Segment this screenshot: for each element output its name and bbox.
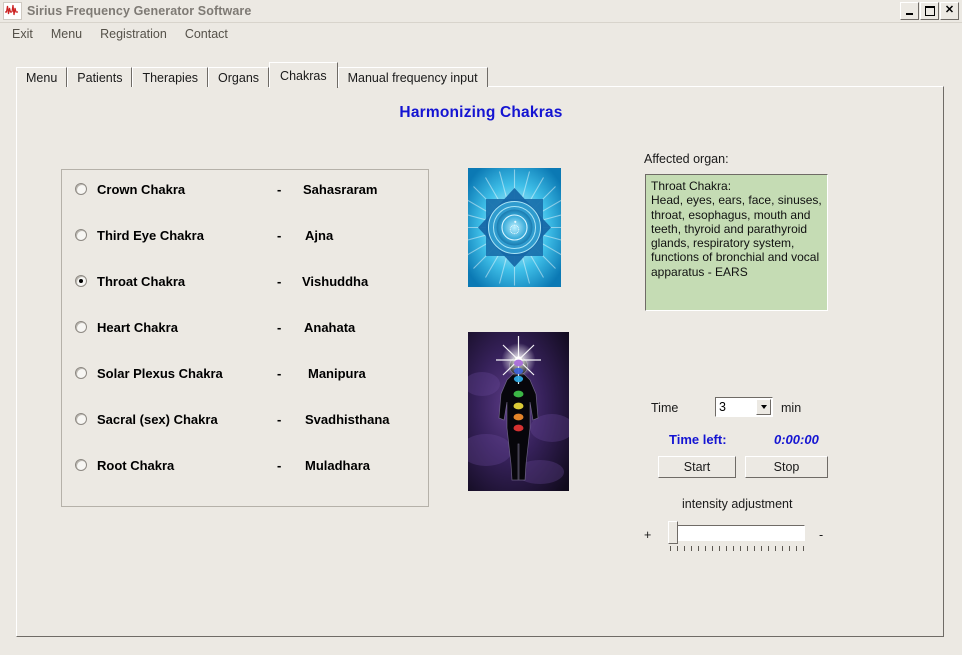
chakra-label-solar-plexus: Solar Plexus Chakra [97,365,223,381]
chakra-option-third-eye[interactable]: Third Eye Chakra - Ajna [62,224,430,246]
maximize-icon[interactable] [920,2,939,20]
chakra-option-throat[interactable]: Throat Chakra - Vishuddha [62,270,430,292]
page-title: Harmonizing Chakras [399,104,563,121]
intensity-slider-thumb[interactable] [668,521,678,544]
intensity-plus-label: + [644,528,652,542]
svg-text:ं: ं [509,218,520,240]
affected-organ-label: Affected organ: [644,152,729,166]
intensity-minus-label: - [819,528,824,542]
time-select[interactable]: 3 [715,397,773,417]
start-button[interactable]: Start [658,456,736,478]
chakra-option-heart[interactable]: Heart Chakra - Anahata [62,316,430,338]
chakra-option-root[interactable]: Root Chakra - Muladhara [62,454,430,476]
chakra-dash-heart: - [277,319,282,335]
window-title: Sirius Frequency Generator Software [27,4,252,18]
tab-bar: Menu Patients Therapies Organs Chakras M… [16,62,488,88]
tab-chakras[interactable]: Chakras [269,62,338,88]
stop-button[interactable]: Stop [745,456,828,478]
chakra-sanskrit-root: Muladhara [305,457,371,473]
radio-solar-plexus-chakra[interactable] [75,367,87,379]
chakra-sanskrit-heart: Anahata [304,319,356,335]
tab-menu[interactable]: Menu [16,67,68,87]
chakra-label-root: Root Chakra [97,457,175,473]
radio-heart-chakra[interactable] [75,321,87,333]
chakra-option-crown[interactable]: Crown Chakra - Sahasraram [62,178,430,200]
chevron-down-icon[interactable] [756,399,771,415]
chakra-dash-third-eye: - [277,227,282,243]
window-controls: ✕ [900,2,959,20]
time-left-label: Time left: [669,432,727,447]
menu-item-contact[interactable]: Contact [177,25,236,43]
chakra-label-sacral: Sacral (sex) Chakra [97,411,218,427]
chakra-dash-sacral: - [277,411,282,427]
menu-item-menu[interactable]: Menu [43,25,90,43]
minimize-icon[interactable] [900,2,919,20]
tab-therapies[interactable]: Therapies [132,67,209,87]
chakra-dash-crown: - [277,181,282,197]
time-unit-label: min [781,401,802,415]
menu-item-exit[interactable]: Exit [4,25,41,43]
time-left-value: 0:00:00 [774,432,819,447]
chakra-label-crown: Crown Chakra [97,181,186,197]
radio-root-chakra[interactable] [75,459,87,471]
chakra-dash-throat: - [277,273,282,289]
application-window: Sirius Frequency Generator Software ✕ Ex… [0,0,962,655]
chakra-label-third-eye: Third Eye Chakra [97,227,204,243]
waveform-icon [3,2,22,20]
chakra-sanskrit-sacral: Svadhisthana [305,411,390,427]
vishuddha-throat-chakra-symbol-image: ं [468,168,561,287]
time-select-value: 3 [719,400,726,414]
chakra-sanskrit-throat: Vishuddha [302,273,369,289]
radio-throat-chakra[interactable] [75,275,87,287]
menu-item-registration[interactable]: Registration [92,25,175,43]
chakra-sanskrit-solar-plexus: Manipura [308,365,366,381]
chakra-dash-root: - [277,457,282,473]
chakra-sanskrit-crown: Sahasraram [303,181,378,197]
chakra-label-throat: Throat Chakra [97,273,186,289]
chakra-option-solar-plexus[interactable]: Solar Plexus Chakra - Manipura [62,362,430,384]
radio-crown-chakra[interactable] [75,183,87,195]
chakra-dash-solar-plexus: - [277,365,282,381]
intensity-slider-track[interactable] [669,525,805,541]
chakra-selection-group: Crown Chakra - Sahasraram Third Eye Chak… [61,169,429,507]
tab-manual-frequency-input[interactable]: Manual frequency input [337,67,488,87]
time-label: Time [651,401,679,415]
chakra-option-sacral[interactable]: Sacral (sex) Chakra - Svadhisthana [62,408,430,430]
tab-patients[interactable]: Patients [67,67,133,87]
tab-organs[interactable]: Organs [208,67,270,87]
radio-sacral-chakra[interactable] [75,413,87,425]
chakra-sanskrit-third-eye: Ajna [305,227,334,243]
title-bar: Sirius Frequency Generator Software ✕ [0,0,962,23]
intensity-adjustment-label: intensity adjustment [682,497,793,511]
menu-bar: Exit Menu Registration Contact [0,23,962,44]
intensity-slider-ticks [670,546,804,552]
close-icon[interactable]: ✕ [940,2,959,20]
chakra-label-heart: Heart Chakra [97,319,178,335]
affected-organ-textbox[interactable]: Throat Chakra: Head, eyes, ears, face, s… [645,174,828,311]
human-body-chakra-points-image [468,332,569,491]
radio-third-eye-chakra[interactable] [75,229,87,241]
